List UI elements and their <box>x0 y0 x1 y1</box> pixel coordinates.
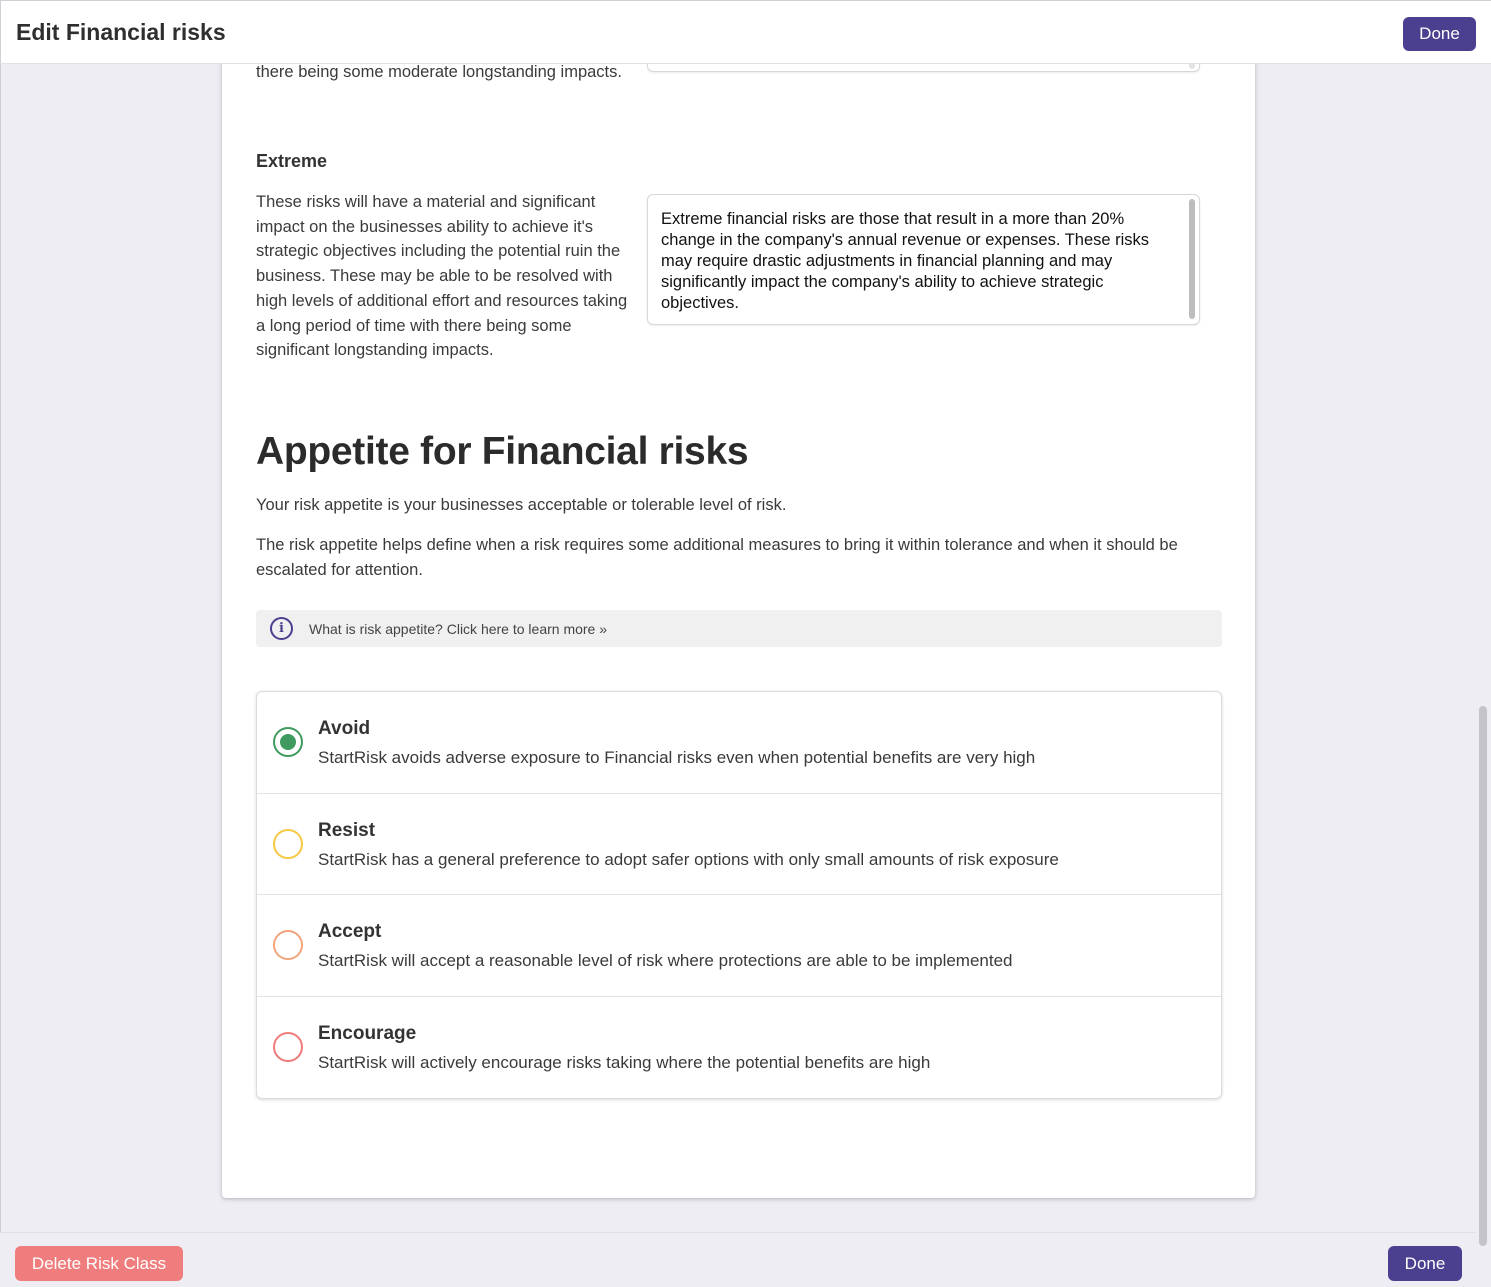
option-description: StartRisk will actively encourage risks … <box>318 1052 931 1072</box>
appetite-section-title: Appetite for Financial risks <box>256 430 749 473</box>
delete-risk-class-button[interactable]: Delete Risk Class <box>15 1246 183 1281</box>
risk-class-card: there being some moderate longstanding i… <box>222 40 1255 1198</box>
appetite-option-accept[interactable]: Accept StartRisk will accept a reasonabl… <box>257 895 1221 997</box>
option-description: StartRisk avoids adverse exposure to Fin… <box>318 748 1036 767</box>
option-description: StartRisk will accept a reasonable level… <box>318 951 1013 970</box>
page-title: Edit Financial risks <box>16 18 226 45</box>
appetite-option-resist[interactable]: Resist StartRisk has a general preferenc… <box>257 794 1221 895</box>
option-description: StartRisk has a general preference to ad… <box>318 849 1059 869</box>
radio-unselected-icon[interactable] <box>273 930 303 960</box>
learn-more-link[interactable]: i What is risk appetite? Click here to l… <box>256 610 1222 647</box>
radio-unselected-icon[interactable] <box>273 828 303 859</box>
extreme-level-textbox-value: Extreme financial risks are those that r… <box>661 210 1150 312</box>
info-icon: i <box>270 617 293 640</box>
radio-selected-icon[interactable] <box>273 727 303 757</box>
extreme-level-title: Extreme <box>256 151 328 171</box>
appetite-option-encourage[interactable]: Encourage StartRisk will actively encour… <box>257 997 1221 1099</box>
footer-bar <box>0 1232 1476 1287</box>
window-edge <box>0 64 1 1287</box>
appetite-explanation-text: The risk appetite helps define when a ri… <box>256 536 1178 579</box>
radio-unselected-icon[interactable] <box>273 1031 303 1062</box>
option-title: Accept <box>318 921 382 942</box>
appetite-option-avoid[interactable]: Avoid StartRisk avoids adverse exposure … <box>257 692 1221 794</box>
appetite-options: Avoid StartRisk avoids adverse exposure … <box>256 691 1222 1099</box>
done-button-top[interactable]: Done <box>1403 17 1476 51</box>
learn-more-text: What is risk appetite? Click here to lea… <box>309 620 608 637</box>
textbox-scrollbar[interactable] <box>1189 199 1195 319</box>
header-bar: Edit Financial risks Done <box>0 0 1491 64</box>
page-scrollbar-thumb[interactable] <box>1479 706 1487 1246</box>
option-title: Encourage <box>318 1022 417 1044</box>
option-title: Resist <box>318 819 376 841</box>
extreme-level-textbox[interactable]: Extreme financial risks are those that r… <box>647 194 1200 325</box>
extreme-level-description: These risks will have a material and sig… <box>256 193 628 360</box>
option-title: Avoid <box>318 718 371 739</box>
done-button-bottom[interactable]: Done <box>1388 1246 1462 1281</box>
appetite-intro-text: Your risk appetite is your businesses ac… <box>256 496 787 514</box>
